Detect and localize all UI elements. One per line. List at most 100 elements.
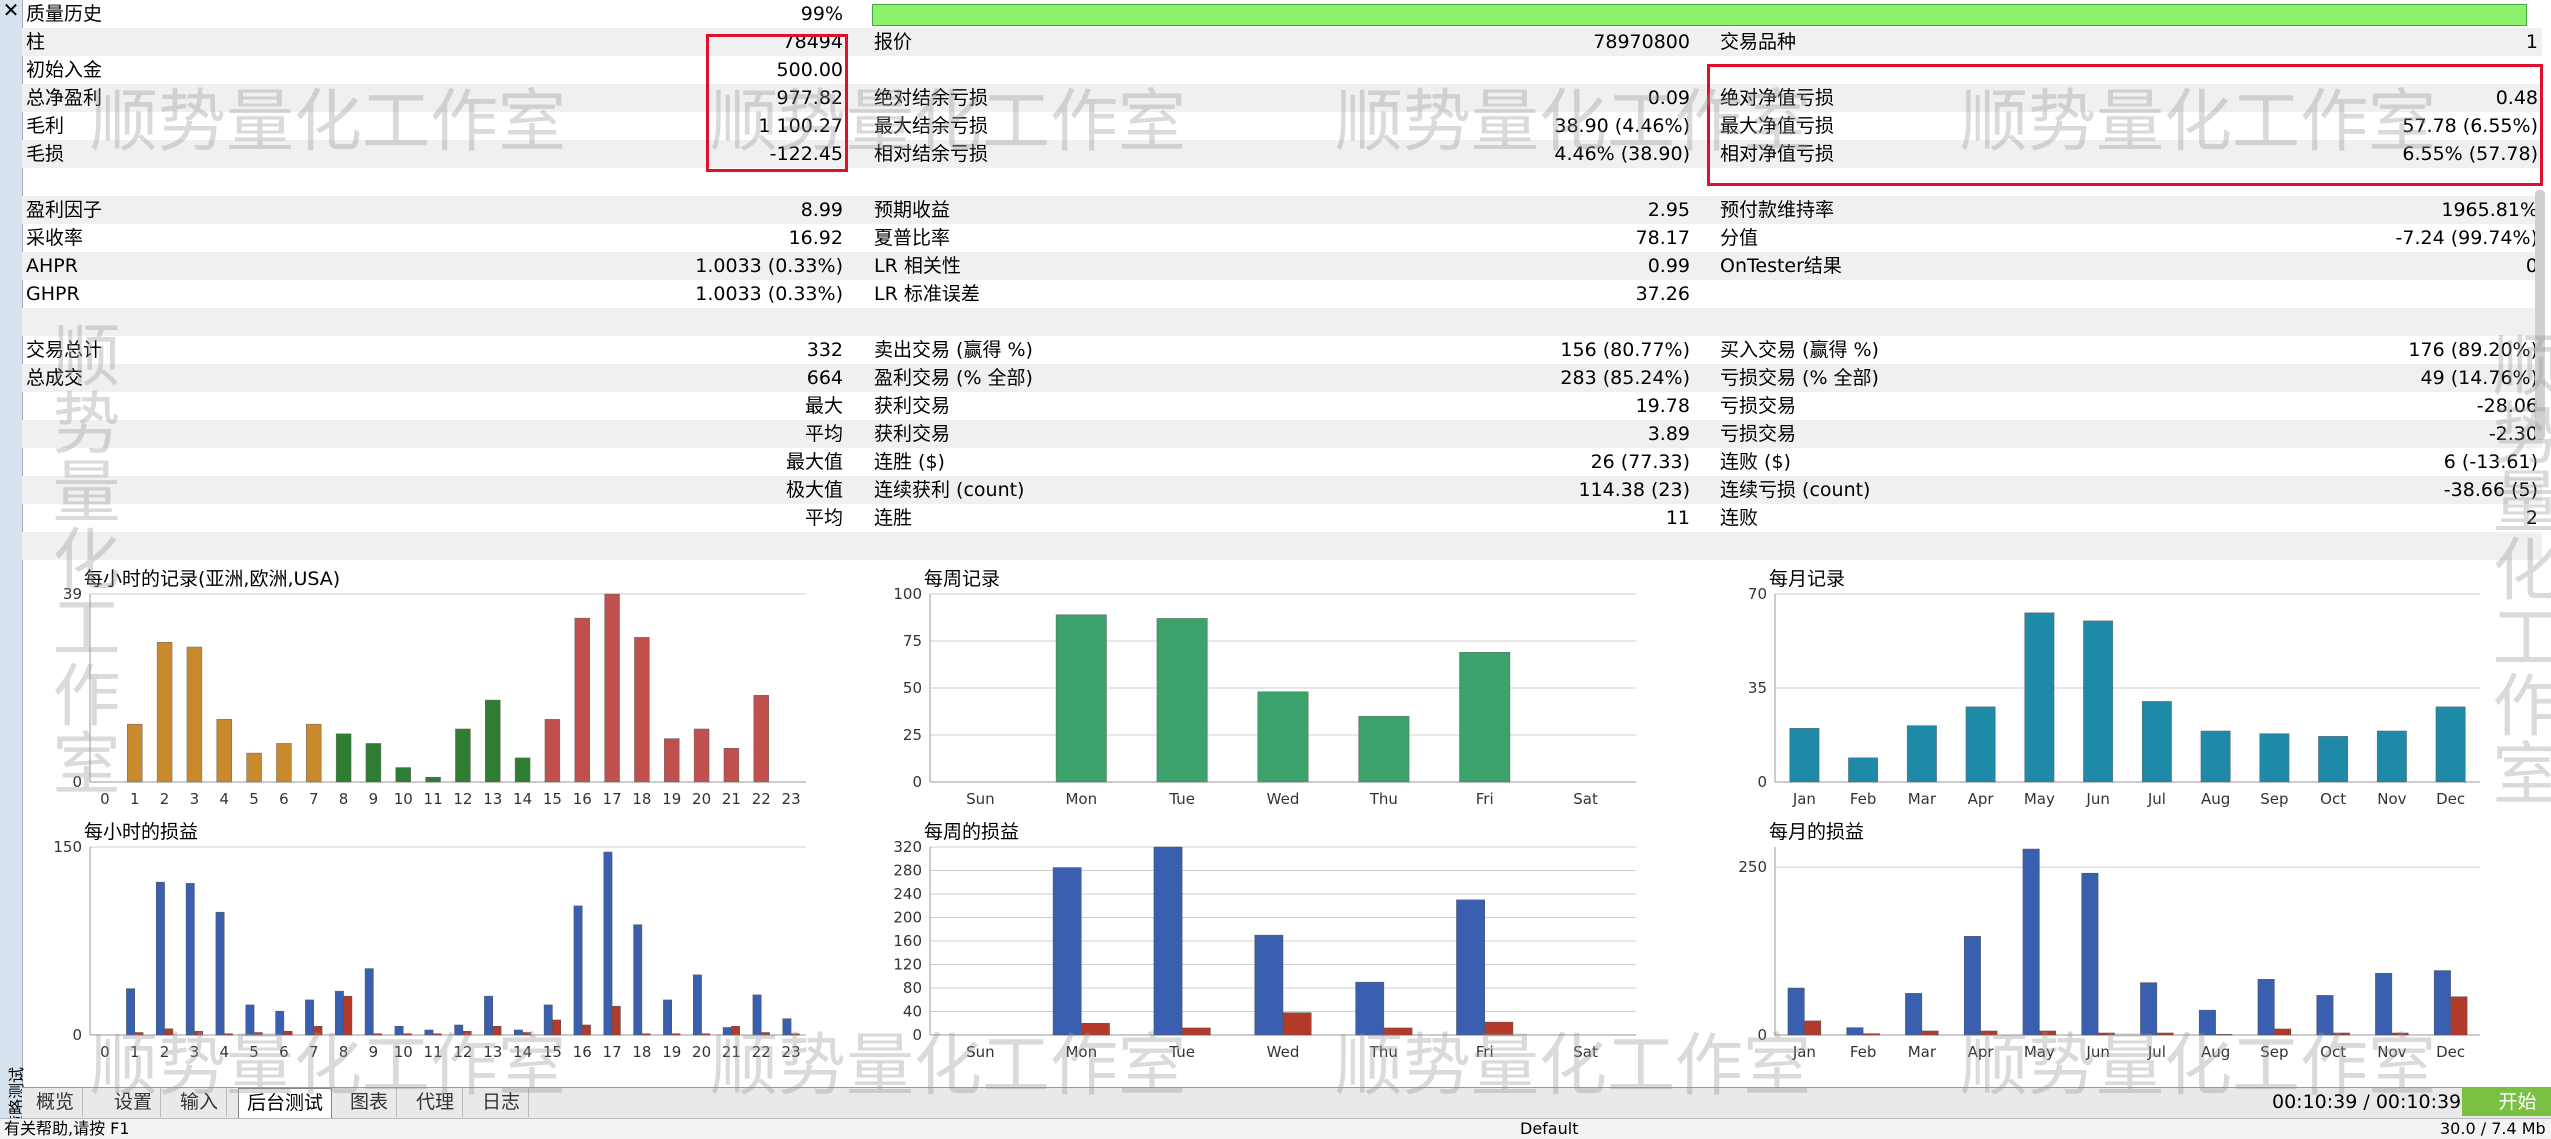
bar xyxy=(1153,846,1183,1036)
bar xyxy=(2081,872,2099,1036)
chart-svg: 01500 1 2 3 4 5 6 7 8 9 10 11 12 13 14 15 16 17 18 19 20 21 22… xyxy=(53,838,806,1061)
tab-1[interactable]: 设置 xyxy=(106,1088,162,1117)
stat-value: -38.66 (5) xyxy=(2443,479,2538,501)
x-tick-label: 22 xyxy=(752,790,771,808)
tab-4[interactable]: 图表 xyxy=(342,1088,398,1117)
chart-svg: 0 25 50 75 100 Sun Mon Tue Wed Thu Fri Sat xyxy=(893,585,1636,808)
bar xyxy=(633,924,643,1036)
stat-value: -2.30 xyxy=(2488,423,2538,445)
bar xyxy=(216,719,232,783)
bar xyxy=(1254,934,1284,1036)
bar xyxy=(2024,612,2055,783)
bar xyxy=(335,733,352,783)
stat-value: 极大值 xyxy=(785,479,843,501)
y-tick-label: 0 xyxy=(1757,1026,1767,1044)
bar xyxy=(2215,1034,2233,1036)
bar xyxy=(454,1024,464,1036)
bar xyxy=(2156,1032,2174,1036)
x-tick-label: 21 xyxy=(722,1043,741,1061)
stat-value: 4.46% (38.90) xyxy=(1554,143,1690,165)
chart-svg: 0 35 70 Jan Feb Mar Apr May Jun Jul Aug Sep Oct Nov De… xyxy=(1748,585,2480,808)
bar xyxy=(544,719,561,783)
stat-label: 获利交易 xyxy=(874,395,951,417)
status-profile: Default xyxy=(1520,1119,1579,1138)
bar xyxy=(1921,1030,1939,1036)
chart-hourly_pnl: 0 150 0 1 2 3 4 5 6 7 8 9 10 11 12 13 14 15 16 17 18 19 20 21 22… xyxy=(53,838,806,1069)
bar xyxy=(155,881,165,1036)
stat-value: 平均 xyxy=(804,507,843,529)
bar xyxy=(693,728,710,783)
bar xyxy=(156,641,173,783)
vertical-scrollbar[interactable] xyxy=(2535,190,2545,440)
tab-3[interactable]: 后台测试 xyxy=(238,1088,333,1118)
stat-label: 亏损交易 xyxy=(1720,395,1797,417)
bar xyxy=(723,748,740,783)
x-tick-label: Oct xyxy=(2320,1043,2346,1061)
x-tick-label: 15 xyxy=(543,790,562,808)
x-tick-label: 10 xyxy=(394,1043,413,1061)
y-tick-label: 75 xyxy=(903,632,922,650)
x-tick-label: 23 xyxy=(782,1043,801,1061)
x-tick-label: Sun xyxy=(966,790,995,808)
stat-label: 夏普比率 xyxy=(874,227,951,249)
x-tick-label: Fri xyxy=(1476,790,1494,808)
y-tick-label: 240 xyxy=(893,885,922,903)
chart-title: 每小时的记录(亚洲,欧洲,USA) xyxy=(84,568,341,590)
x-tick-label: Jan xyxy=(1792,1043,1816,1061)
x-tick-label: 22 xyxy=(752,1043,771,1061)
tab-2[interactable]: 输入 xyxy=(172,1088,228,1117)
x-tick-label: May xyxy=(2024,790,2055,808)
chart-svg: 0 40 80 120 160 200 240 280 320 Sun Mon Tue Wed Thu Fr… xyxy=(893,838,1636,1061)
stat-value: 最大值 xyxy=(785,451,843,473)
stat-label: 绝对结余亏损 xyxy=(874,87,989,109)
bar xyxy=(2140,982,2158,1036)
stat-label: 盈利交易 (% 全部) xyxy=(874,367,1033,389)
x-tick-label: Sep xyxy=(2260,1043,2288,1061)
bar xyxy=(283,1030,293,1036)
x-tick-label: 7 xyxy=(309,790,319,808)
tab-0[interactable]: 概览 xyxy=(28,1088,84,1117)
bar xyxy=(164,1028,174,1036)
stats-row: 最大值 连胜 ($) 26 (77.33) 连败 ($) 6 (-13.61) xyxy=(22,448,2542,476)
x-tick-label: 2 xyxy=(160,1043,170,1061)
stat-value: 19.78 xyxy=(1635,395,1690,417)
x-tick-label: 17 xyxy=(603,790,622,808)
bar xyxy=(425,776,441,783)
stat-value: 16.92 xyxy=(788,227,843,249)
x-tick-label: 3 xyxy=(190,1043,200,1061)
stat-label: 连胜 ($) xyxy=(874,451,945,473)
bar xyxy=(573,905,583,1036)
x-tick-label: Apr xyxy=(1968,1043,1995,1061)
close-icon[interactable]: ✕ xyxy=(0,0,22,22)
left-toolbox-bar: ✕ 策略测试 xyxy=(0,0,26,1138)
bar xyxy=(671,1033,681,1036)
start-button[interactable]: 开始 xyxy=(2462,1088,2551,1116)
stat-value: 最大 xyxy=(804,395,843,417)
tab-5[interactable]: 代理 xyxy=(408,1088,464,1117)
stat-label: 预期收益 xyxy=(874,199,951,221)
stat-value: 176 (89.20%) xyxy=(2408,339,2538,361)
chart-hourly_records: 0 39 0 1 2 3 4 5 6 7 8 9 10 11 12 13 14 15 16 17 18 19 20 21 22 2… xyxy=(63,585,806,816)
stat-label: 报价 xyxy=(874,31,913,53)
y-tick-label: 160 xyxy=(893,932,922,950)
x-tick-label: 12 xyxy=(453,790,472,808)
x-tick-label: Thu xyxy=(1369,1043,1398,1061)
bar xyxy=(753,694,769,783)
bar xyxy=(1355,981,1385,1036)
x-tick-label: 14 xyxy=(513,1043,532,1061)
stats-row: GHPR 1.0033 (0.33%) LR 标准误差 37.26 xyxy=(22,280,2542,308)
tester-tab-bar: 概览 设置 输入 后台测试 图表 代理 日志 00:10:39 / 00:10:39 开始 xyxy=(22,1087,2551,1118)
x-tick-label: Mar xyxy=(1908,790,1937,808)
stat-value: 664 xyxy=(806,367,843,389)
stat-value: 8.99 xyxy=(800,199,843,221)
stat-value: 99% xyxy=(800,3,843,25)
x-tick-label: 6 xyxy=(279,790,289,808)
tab-6[interactable]: 日志 xyxy=(474,1088,530,1117)
bar xyxy=(1965,706,1996,783)
status-help-text: 有关帮助,请按 F1 xyxy=(4,1119,130,1138)
status-memory: 30.0 / 7.4 Mb xyxy=(2440,1119,2546,1138)
bar xyxy=(522,1032,532,1036)
bar xyxy=(1787,987,1805,1036)
x-tick-label: Mon xyxy=(1065,1043,1097,1061)
bar xyxy=(305,999,315,1036)
